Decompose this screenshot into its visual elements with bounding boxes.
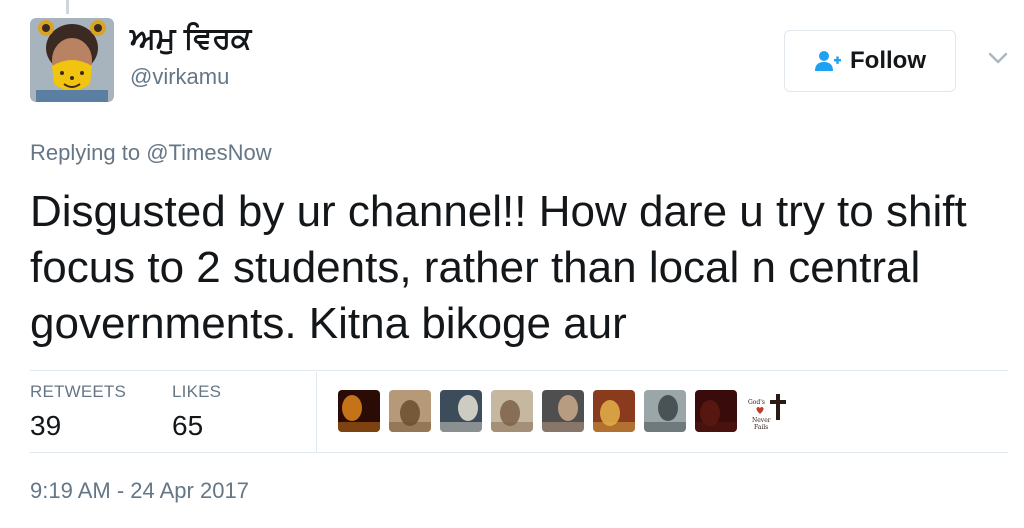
replying-prefix: Replying to [30,140,147,165]
stats-top-divider [30,370,1008,371]
svg-text:Fails: Fails [754,424,768,431]
liker-suit[interactable] [440,390,482,432]
liker-outdoor[interactable] [389,390,431,432]
stats-bottom-divider [30,452,1008,453]
retweets-label: RETWEETS [30,382,127,401]
author-handle[interactable]: @virkamu [130,64,229,90]
liker-flash-logo[interactable] [338,390,380,432]
thread-connector-line [66,0,69,14]
replying-mention-link[interactable]: @TimesNow [146,140,271,165]
liker-landscape[interactable] [644,390,686,432]
likes-label: LIKES [172,382,222,401]
liker-dark[interactable] [695,390,737,432]
retweets-count: 39 [30,410,62,441]
avatar-mask-photo [30,18,114,102]
stats-separator [316,372,317,452]
retweets-stat[interactable]: RETWEETS 39 [30,382,126,442]
author-avatar[interactable] [30,18,114,102]
tweet-timestamp[interactable]: 9:19 AM - 24 Apr 2017 [30,478,249,504]
follow-user-plus-icon [815,51,841,71]
liker-deity[interactable] [593,390,635,432]
liker-avatars: God's Never Fails [338,390,788,432]
likes-stat[interactable]: LIKES 65 [172,382,221,442]
likes-count: 65 [172,410,204,441]
author-display-name[interactable]: ਅਮੁ ਵਿਰਕ [130,22,251,56]
follow-button[interactable]: Follow [784,30,956,92]
tweet-text: Disgusted by ur channel!! How dare u try… [30,187,967,348]
liker-portrait[interactable] [542,390,584,432]
follow-button-label: Follow [850,47,926,74]
liker-gods-love[interactable]: God's Never Fails [746,390,788,432]
svg-text:Never: Never [752,417,771,424]
chevron-down-icon[interactable] [986,46,1010,70]
liker-temple[interactable] [491,390,533,432]
replying-to-line: Replying to @TimesNow [30,140,272,166]
svg-text:God's: God's [748,399,765,406]
